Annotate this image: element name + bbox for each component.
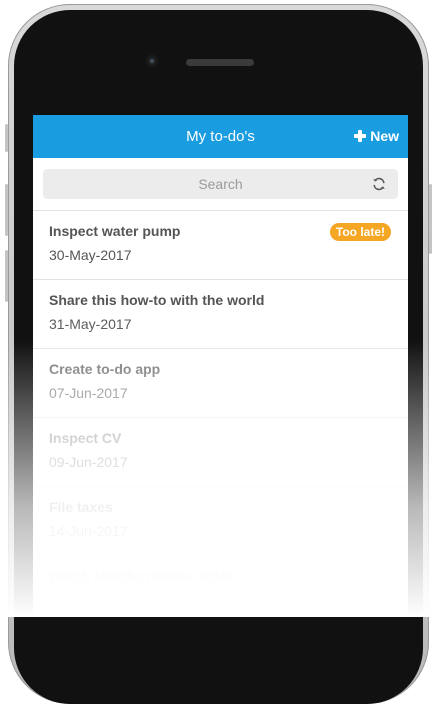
volume-down-button [5,250,8,302]
new-todo-button[interactable]: New [354,128,399,144]
todo-title: Inspect CV [49,430,122,446]
volume-up-button [5,184,8,236]
todo-title: Create to-do app [49,361,161,377]
list-item[interactable]: Inspect CV 09-Jun-2017 [33,418,408,487]
new-button-label: New [370,128,399,144]
list-item[interactable]: Watch Mendix release video 15-Jun-2017 [33,556,408,617]
search-bar: Search [33,158,408,211]
front-camera [146,55,158,67]
todo-date: 07-Jun-2017 [49,385,128,401]
plus-icon [354,130,367,142]
list-item[interactable]: Create to-do app 07-Jun-2017 [33,349,408,418]
todo-date: 14-Jun-2017 [49,523,128,539]
todo-date: 31-May-2017 [49,316,132,332]
app-header: My to-do's New [33,115,408,158]
app-screen: My to-do's New Search Inspect water pump… [33,115,408,617]
todo-date: 09-Jun-2017 [49,454,128,470]
page-title: My to-do's [186,128,255,145]
list-item[interactable]: File taxes 14-Jun-2017 [33,487,408,556]
todo-title: File taxes [49,499,113,515]
todo-title: Inspect water pump [49,223,181,239]
todo-title: Watch Mendix release video [49,568,236,584]
todo-list: Inspect water pump 30-May-2017 Too late!… [33,211,408,617]
earpiece-speaker [186,59,254,66]
todo-date: 15-Jun-2017 [49,592,128,608]
search-placeholder: Search [198,176,243,192]
todo-title: Share this how-to with the world [49,292,265,308]
power-button [429,184,432,254]
list-item[interactable]: Share this how-to with the world 31-May-… [33,280,408,349]
overdue-badge: Too late! [329,223,391,241]
mute-switch [5,124,8,152]
list-item[interactable]: Inspect water pump 30-May-2017 Too late! [33,211,408,280]
todo-date: 30-May-2017 [49,247,132,263]
refresh-icon[interactable] [372,177,386,191]
search-input[interactable]: Search [43,169,398,199]
